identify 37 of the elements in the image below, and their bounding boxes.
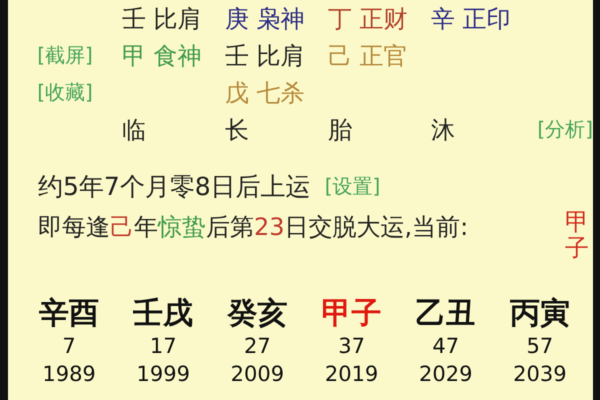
age-label: 47 — [432, 332, 460, 360]
luck-pillar-label: 癸亥 — [227, 296, 288, 332]
luck-pillar-label: 甲子 — [322, 296, 382, 332]
hidden-stem-label: 壬 比肩 — [122, 4, 202, 34]
age-label: 37 — [338, 332, 365, 360]
year-label: 1999 — [136, 360, 190, 388]
luck-pillar-label: 乙丑 — [416, 296, 476, 332]
hidden-stem-label: 己 正官 — [328, 40, 408, 72]
hidden-stem-label: 辛 正印 — [431, 4, 511, 34]
settings-link[interactable]: [设置] — [324, 173, 380, 200]
hidden-stem-label: 戊 七杀 — [225, 78, 305, 108]
growth-stage-label: 胎 — [328, 114, 352, 146]
hidden-stem-label: 庚 枭神 — [225, 4, 305, 34]
year-label: 2029 — [419, 360, 472, 388]
hidden-stem-label: 壬 比肩 — [225, 40, 305, 72]
growth-stage-label: 临 — [122, 114, 146, 146]
luck-pillar-label: 丙寅 — [510, 296, 570, 332]
year-label: 2009 — [230, 360, 284, 388]
side-link[interactable]: [截屏] — [37, 42, 93, 69]
age-label: 27 — [244, 332, 271, 360]
transition-sentence: 即每逢己年惊蛰后第23 日交脱大运,当前: — [38, 212, 468, 243]
luck-pillar-label: 壬戌 — [133, 296, 194, 332]
age-label: 17 — [150, 332, 177, 360]
hidden-stem-label: 丁 正财 — [328, 4, 408, 34]
year-label: 2019 — [324, 360, 378, 388]
growth-stage-label: 沐 — [431, 114, 455, 146]
year-label: 1989 — [42, 360, 96, 388]
growth-stage-label: 长 — [225, 114, 249, 146]
hidden-stem-label: 甲 食神 — [122, 40, 202, 72]
age-label: 7 — [62, 332, 76, 360]
current-pillar-text: 甲子 — [565, 209, 589, 262]
year-label: 2039 — [513, 360, 567, 388]
analyze-link[interactable]: [分析] — [537, 116, 593, 143]
luck-start-text: 约5年7个月零8日后上运 — [38, 171, 311, 203]
side-link[interactable]: [收藏] — [37, 79, 93, 106]
age-label: 57 — [526, 332, 554, 360]
luck-pillar-label: 辛酉 — [39, 296, 100, 332]
